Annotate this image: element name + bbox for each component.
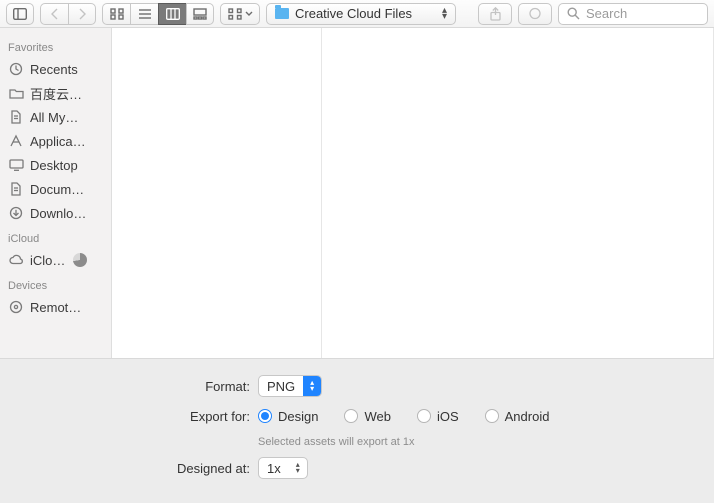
toolbar: Creative Cloud Files ▴▾ Search — [0, 0, 714, 28]
sidebar-item-label: Docum… — [30, 182, 84, 197]
toggle-sidebar-button[interactable] — [6, 3, 34, 25]
cloud-icon — [8, 254, 24, 266]
chevron-updown-icon: ▴▾ — [289, 458, 307, 478]
sidebar-heading: Favorites — [0, 34, 111, 57]
designedat-value: 1x — [259, 461, 289, 476]
sidebar-item-label: Recents — [30, 62, 78, 77]
view-gallery-button[interactable] — [186, 3, 214, 25]
radio-icon — [258, 409, 272, 423]
column-view — [112, 28, 714, 358]
radio-icon — [344, 409, 358, 423]
sidebar-item-label: Remot… — [30, 300, 81, 315]
format-value: PNG — [259, 379, 303, 394]
view-icons-button[interactable] — [102, 3, 130, 25]
sidebar: Favorites Recents 百度云… All My… Applica… Deskt… — [0, 28, 112, 358]
radio-label: iOS — [437, 409, 459, 424]
view-columns-button[interactable] — [158, 3, 186, 25]
export-panel: Format: PNG ▴▾ Export for: Design Web iOS A… — [0, 358, 714, 503]
view-mode-buttons — [102, 3, 214, 25]
sidebar-item-label: Downlo… — [30, 206, 86, 221]
search-field[interactable]: Search — [558, 3, 708, 25]
folder-icon — [8, 87, 24, 99]
view-list-button[interactable] — [130, 3, 158, 25]
sidebar-item[interactable]: iClo… — [0, 248, 111, 272]
sidebar-heading: iCloud — [0, 225, 111, 248]
sidebar-item-label: Desktop — [30, 158, 78, 173]
storage-pie-icon — [73, 253, 87, 267]
disc-icon — [8, 300, 24, 314]
clock-icon — [8, 62, 24, 76]
sidebar-item[interactable]: Recents — [0, 57, 111, 81]
path-dropdown[interactable]: Creative Cloud Files ▴▾ — [266, 3, 456, 25]
designedat-label: Designed at: — [0, 461, 258, 476]
exportfor-radio-ios[interactable]: iOS — [417, 409, 459, 424]
radio-label: Web — [364, 409, 391, 424]
arrange-menu-button[interactable] — [220, 3, 260, 25]
doc-icon — [8, 110, 24, 124]
sidebar-item-label: iClo… — [30, 253, 65, 268]
sidebar-heading: Devices — [0, 272, 111, 295]
doc-icon — [8, 182, 24, 196]
tags-button[interactable] — [518, 3, 552, 25]
chevron-updown-icon: ▴▾ — [303, 376, 321, 396]
format-label: Format: — [0, 379, 258, 394]
share-button[interactable] — [478, 3, 512, 25]
forward-button[interactable] — [68, 3, 96, 25]
sidebar-item-label: Applica… — [30, 134, 86, 149]
search-icon — [567, 7, 580, 20]
format-select[interactable]: PNG ▴▾ — [258, 375, 322, 397]
sidebar-item-label: 百度云… — [30, 84, 82, 103]
folder-icon — [275, 8, 289, 19]
desktop-icon — [8, 159, 24, 171]
sidebar-item[interactable]: Desktop — [0, 153, 111, 177]
chevron-updown-icon: ▴▾ — [442, 8, 447, 20]
designedat-select[interactable]: 1x ▴▾ — [258, 457, 308, 479]
column-2[interactable] — [322, 28, 714, 358]
export-hint: Selected assets will export at 1x — [258, 436, 415, 448]
sidebar-item[interactable]: Remot… — [0, 295, 111, 319]
path-label: Creative Cloud Files — [295, 6, 412, 21]
sidebar-item[interactable]: Applica… — [0, 129, 111, 153]
sidebar-item[interactable]: 百度云… — [0, 81, 111, 105]
nav-buttons — [40, 3, 96, 25]
exportfor-radio-design[interactable]: Design — [258, 409, 318, 424]
column-1[interactable] — [112, 28, 322, 358]
sidebar-item-label: All My… — [30, 110, 78, 125]
exportfor-radios: Design Web iOS Android — [258, 409, 549, 424]
radio-icon — [417, 409, 431, 423]
exportfor-radio-android[interactable]: Android — [485, 409, 550, 424]
radio-label: Design — [278, 409, 318, 424]
exportfor-label: Export for: — [0, 409, 258, 424]
app-icon — [8, 134, 24, 148]
sidebar-item[interactable]: Docum… — [0, 177, 111, 201]
search-placeholder: Search — [586, 6, 627, 21]
radio-icon — [485, 409, 499, 423]
exportfor-radio-web[interactable]: Web — [344, 409, 391, 424]
file-browser: Favorites Recents 百度云… All My… Applica… Deskt… — [0, 28, 714, 358]
download-icon — [8, 206, 24, 220]
radio-label: Android — [505, 409, 550, 424]
sidebar-item[interactable]: Downlo… — [0, 201, 111, 225]
sidebar-item[interactable]: All My… — [0, 105, 111, 129]
back-button[interactable] — [40, 3, 68, 25]
